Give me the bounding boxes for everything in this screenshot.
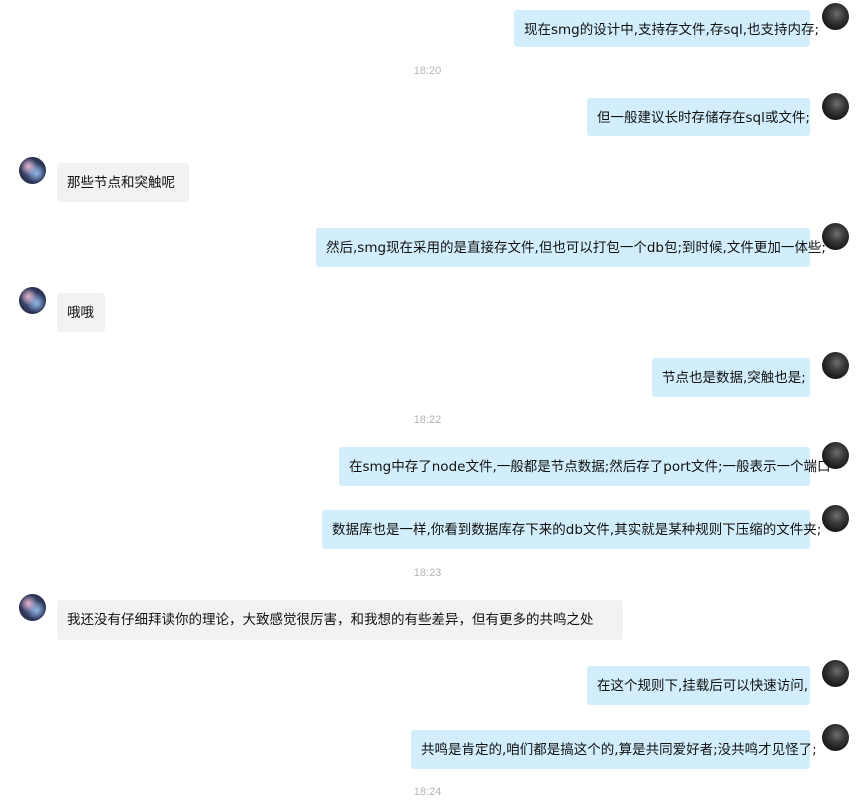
my-message-bubble[interactable]: 现在smg的设计中,支持存文件,存sql,也支持内存; [514, 10, 819, 47]
my-avatar[interactable] [822, 352, 849, 379]
message-timestamp: 18:22 [413, 414, 442, 426]
contact-message-bubble[interactable]: 哦哦 [57, 293, 105, 332]
my-avatar[interactable] [822, 505, 849, 532]
my-avatar[interactable] [822, 724, 849, 751]
my-message-bubble[interactable]: 在smg中存了node文件,一般都是节点数据;然后存了port文件;一般表示一个… [339, 447, 831, 486]
my-message-bubble[interactable]: 数据库也是一样,你看到数据库存下来的db文件,其实就是某种规则下压缩的文件夹; [322, 510, 821, 549]
contact-avatar[interactable] [19, 594, 46, 621]
message-timestamp: 18:24 [413, 786, 442, 798]
message-timestamp: 18:20 [413, 65, 442, 77]
my-message-bubble[interactable]: 节点也是数据,突触也是; [652, 358, 810, 397]
my-message-bubble[interactable]: 然后,smg现在采用的是直接存文件,但也可以打包一个db包;到时候,文件更加一体… [316, 228, 826, 267]
chat-history: 现在smg的设计中,支持存文件,存sql,也支持内存; 18:20 但一般建议长… [0, 0, 868, 803]
my-avatar[interactable] [822, 3, 849, 30]
my-message-bubble[interactable]: 共鸣是肯定的,咱们都是搞这个的,算是共同爱好者;没共鸣才见怪了; [411, 730, 817, 769]
my-avatar[interactable] [822, 93, 849, 120]
message-timestamp: 18:23 [413, 567, 442, 579]
contact-avatar[interactable] [19, 287, 46, 314]
my-message-bubble[interactable]: 但一般建议长时存储存在sql或文件; [587, 98, 810, 136]
contact-avatar[interactable] [19, 157, 46, 184]
contact-message-bubble[interactable]: 那些节点和突触呢 [57, 163, 189, 202]
my-avatar[interactable] [822, 660, 849, 687]
my-avatar[interactable] [822, 223, 849, 250]
contact-message-bubble[interactable]: 我还没有仔细拜读你的理论，大致感觉很厉害，和我想的有些差异，但有更多的共鸣之处 [57, 600, 623, 640]
my-message-bubble[interactable]: 在这个规则下,挂载后可以快速访问, [587, 666, 810, 705]
